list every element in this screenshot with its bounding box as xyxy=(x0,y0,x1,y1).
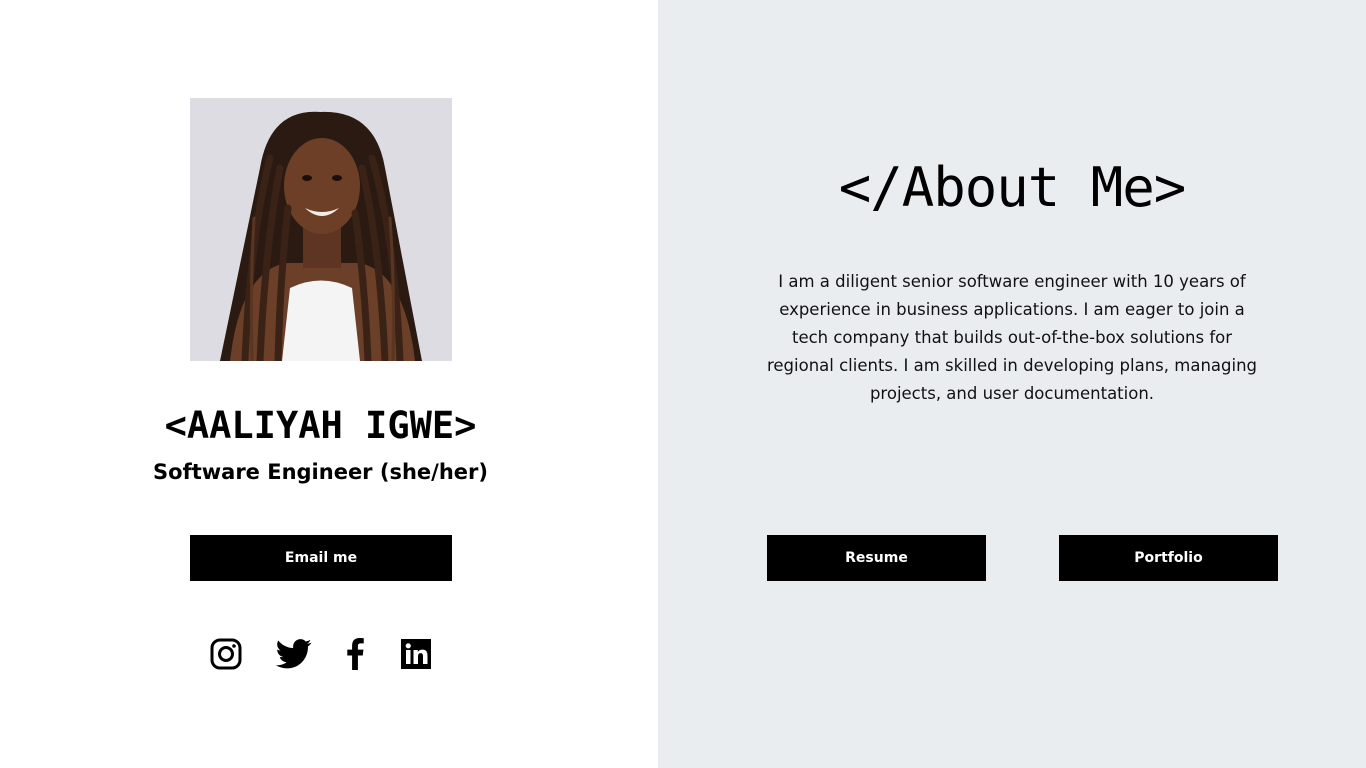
portfolio-label: Portfolio xyxy=(1134,550,1203,566)
about-description: I am a diligent senior software engineer… xyxy=(766,272,1258,403)
facebook-icon xyxy=(347,638,364,670)
instagram-link[interactable] xyxy=(208,636,244,672)
resume-label: Resume xyxy=(845,550,908,566)
profile-photo xyxy=(190,98,452,361)
facebook-link[interactable] xyxy=(337,636,373,672)
email-me-label: Email me xyxy=(284,550,358,566)
email-me-button[interactable]: Email me xyxy=(190,535,452,581)
profile-role: Software Engineer (she/her) xyxy=(153,460,488,484)
about-title: </About Me> xyxy=(838,156,1187,219)
profile-name: <AALIYAH IGWE> xyxy=(164,404,477,447)
portfolio-button[interactable]: Portfolio xyxy=(1059,535,1278,581)
resume-button[interactable]: Resume xyxy=(767,535,986,581)
twitter-icon xyxy=(276,639,312,669)
linkedin-icon xyxy=(401,639,431,669)
linkedin-link[interactable] xyxy=(398,636,434,672)
twitter-link[interactable] xyxy=(276,636,312,672)
instagram-icon xyxy=(210,638,242,670)
